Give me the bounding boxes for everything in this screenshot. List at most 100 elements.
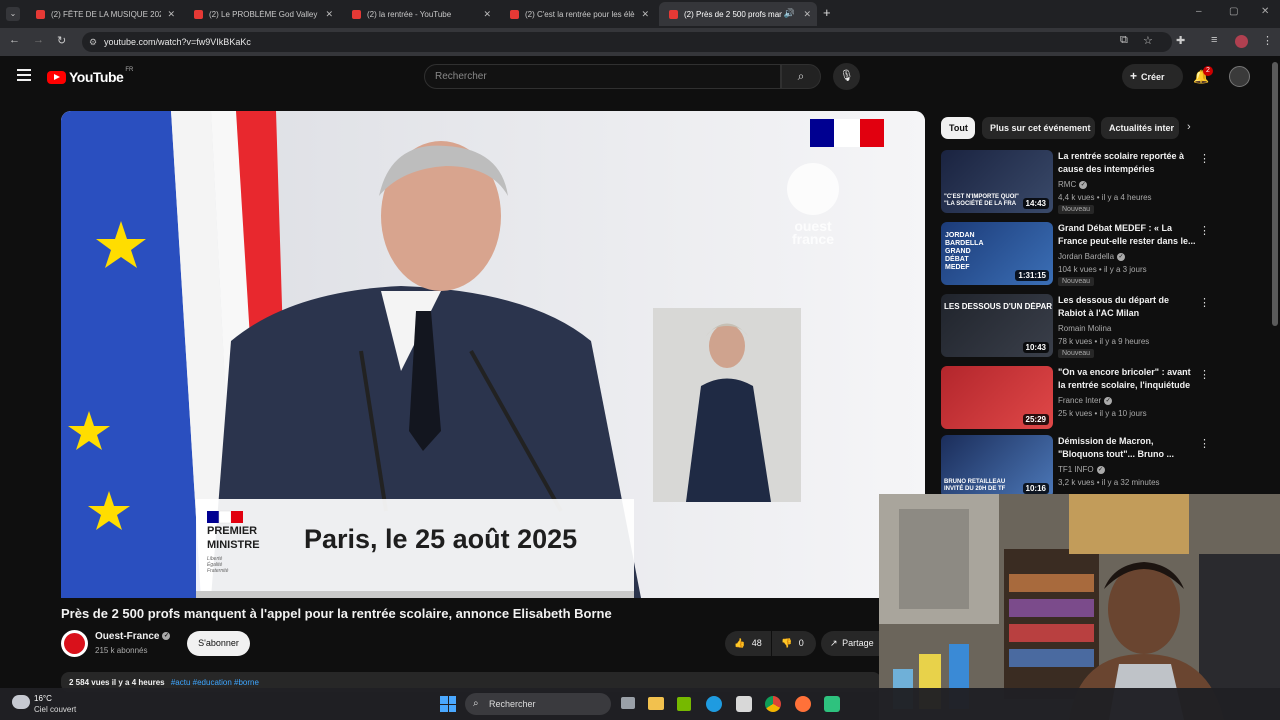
app-icon[interactable] [824, 696, 840, 712]
create-label: Créer [1141, 72, 1165, 82]
youtube-favicon-icon [510, 9, 519, 19]
back-arrow-icon[interactable]: ← [9, 34, 20, 46]
like-button[interactable]: 👍 48 [725, 631, 771, 656]
browser-tab[interactable]: (2) FÊTE DE LA MUSIQUE 2025 ✕ [26, 2, 181, 26]
address-bar[interactable]: ⚙ youtube.com/watch?v=fw9VIkBKaKc [82, 32, 1172, 52]
list-item[interactable]: LES DESSOUS D'UN DÉPART... 10:43 Les des… [941, 294, 1211, 358]
subscribe-button[interactable]: S'abonner [187, 631, 250, 656]
create-button[interactable]: + Créer [1122, 64, 1183, 89]
thumbnail-caption: BRUNO RETAILLEAU INVITÉ DU 20H DE TF [944, 479, 1006, 492]
store-icon[interactable] [736, 696, 752, 712]
list-item[interactable]: JORDAN BARDELLA GRAND DÉBAT MEDEF 1:31:1… [941, 222, 1211, 286]
video-thumbnail[interactable]: BRUNO RETAILLEAU INVITÉ DU 20H DE TF 10:… [941, 435, 1053, 498]
more-options-icon[interactable]: ⋮ [1199, 437, 1210, 450]
browser-tab-active[interactable]: (2) Près de 2 500 profs man 🔊 ✕ [659, 2, 817, 26]
video-thumbnail[interactable]: JORDAN BARDELLA GRAND DÉBAT MEDEF 1:31:1… [941, 222, 1053, 285]
site-info-icon[interactable]: ⚙ [89, 32, 97, 52]
youtube-favicon-icon [36, 9, 45, 19]
browser-menu-icon[interactable]: ⋮ [1262, 34, 1273, 47]
audio-playing-icon[interactable]: 🔊 [784, 8, 795, 19]
chrome-icon[interactable] [765, 696, 781, 712]
tab-label: (2) la rentrée - YouTube [367, 9, 452, 19]
bookmark-star-icon[interactable]: ☆ [1143, 34, 1153, 47]
video-thumbnail[interactable]: "C'EST N'IMPORTE QUOI" "LA SOCIÉTÉ DE LA… [941, 150, 1053, 213]
new-tab-icon[interactable]: + [823, 5, 831, 20]
subscribe-label: S'abonner [198, 638, 239, 648]
more-options-icon[interactable]: ⋮ [1199, 368, 1210, 381]
browser-tab[interactable]: (2) Le PROBLÈME God Valley - ✕ [184, 2, 339, 26]
file-explorer-icon[interactable] [648, 697, 664, 710]
video-thumbnail[interactable]: LES DESSOUS D'UN DÉPART... 10:43 [941, 294, 1053, 357]
list-item[interactable]: "C'EST N'IMPORTE QUOI" "LA SOCIÉTÉ DE LA… [941, 150, 1211, 214]
video-thumbnail[interactable]: 25:29 [941, 366, 1053, 429]
reload-icon[interactable]: ↻ [57, 34, 66, 47]
close-window-icon[interactable]: ✕ [1261, 6, 1269, 17]
more-options-icon[interactable]: ⋮ [1199, 152, 1210, 165]
youtube-favicon-icon [194, 9, 203, 19]
tab-label: (2) Le PROBLÈME God Valley - [209, 9, 319, 19]
taskbar-search[interactable]: ⌕ Rechercher [465, 693, 611, 715]
windows-start-icon[interactable] [440, 696, 456, 712]
lower-third-text: Paris, le 25 août 2025 [304, 524, 578, 554]
recommendation-channel[interactable]: Jordan Bardella ✓ [1058, 252, 1126, 261]
list-item[interactable]: BRUNO RETAILLEAU INVITÉ DU 20H DE TF 10:… [941, 435, 1211, 499]
channel-name[interactable]: Ouest-France ✓ [95, 631, 171, 642]
close-tab-icon[interactable]: ✕ [803, 9, 811, 20]
chevron-right-icon[interactable]: › [1187, 121, 1191, 133]
notifications-button[interactable]: 🔔 2 [1193, 66, 1213, 86]
weather-icon[interactable] [12, 695, 30, 709]
task-view-icon[interactable] [621, 697, 635, 709]
nvidia-icon[interactable] [677, 697, 691, 711]
more-options-icon[interactable]: ⋮ [1199, 296, 1210, 309]
chip-plus-sur-evenement[interactable]: Plus sur cet événement [982, 117, 1095, 139]
recommendation-title: Les dessous du départ de Rabiot à l'AC M… [1058, 295, 1170, 318]
chip-tout[interactable]: Tout [941, 117, 975, 139]
youtube-logo[interactable]: YouTube FR [47, 67, 133, 86]
close-tab-icon[interactable]: ✕ [483, 9, 491, 20]
tab-label: (2) C'est la rentrée pour les élè [525, 9, 635, 19]
close-tab-icon[interactable]: ✕ [641, 9, 649, 20]
profile-avatar-icon[interactable] [1235, 35, 1248, 48]
channel-text: Romain Molina [1058, 324, 1112, 333]
tab-search-icon[interactable]: ⌄ [6, 7, 20, 21]
page-scrollbar[interactable] [1272, 62, 1278, 326]
hashtags[interactable]: #actu #education #borne [171, 678, 259, 687]
search-input[interactable]: Rechercher [424, 64, 781, 89]
channel-avatar[interactable] [61, 630, 88, 657]
share-label: Partage [842, 638, 874, 648]
video-player[interactable]: ouest france PREMIER MINISTRE Liberté Ég… [61, 111, 925, 598]
close-tab-icon[interactable]: ✕ [325, 9, 333, 20]
like-count: 48 [751, 638, 762, 648]
account-avatar[interactable] [1229, 66, 1250, 87]
more-options-icon[interactable]: ⋮ [1199, 224, 1210, 237]
browser-tab[interactable]: (2) la rentrée - YouTube ✕ [342, 2, 497, 26]
browser-tab-strip: ⌄ (2) FÊTE DE LA MUSIQUE 2025 ✕ (2) Le P… [0, 0, 1280, 28]
duration-badge: 10:43 [1022, 342, 1049, 353]
browser-tab[interactable]: (2) C'est la rentrée pour les élè ✕ [500, 2, 655, 26]
maximize-window-icon[interactable]: ▢ [1229, 6, 1238, 17]
dislike-button[interactable]: 👎 0 [772, 631, 816, 656]
minimize-window-icon[interactable]: – [1196, 6, 1202, 17]
hamburger-menu-icon[interactable] [17, 69, 31, 81]
list-item[interactable]: 25:29 "On va encore bricoler" : avant la… [941, 366, 1211, 430]
extensions-icon[interactable]: ✚ [1176, 34, 1185, 47]
close-tab-icon[interactable]: ✕ [167, 9, 175, 20]
voice-search-button[interactable]: 🎙 [833, 63, 860, 90]
recommendation-channel[interactable]: Romain Molina [1058, 324, 1111, 333]
forward-arrow-icon[interactable]: → [33, 34, 44, 46]
share-button[interactable]: ↗ Partage [821, 631, 881, 656]
edge-icon[interactable] [706, 696, 722, 712]
recommendation-channel[interactable]: France Inter ✓ [1058, 396, 1113, 405]
recommendation-channel[interactable]: RMC ✓ [1058, 180, 1088, 189]
search-button[interactable]: ⌕ [781, 64, 821, 89]
install-app-icon[interactable]: ⧉ [1120, 34, 1128, 47]
video-title: Près de 2 500 profs manquent à l'appel p… [61, 606, 612, 621]
dislike-count: 0 [798, 638, 804, 648]
recommendation-channel[interactable]: TF1 INFO ✓ [1058, 465, 1105, 474]
chip-actualites[interactable]: Actualités inter [1101, 117, 1179, 139]
duration-badge: 1:31:15 [1015, 270, 1049, 281]
new-badge: Nouveau [1058, 205, 1095, 214]
reading-list-icon[interactable]: ≡ [1211, 34, 1217, 46]
microphone-icon: 🎙 [839, 70, 854, 82]
firefox-icon[interactable] [795, 696, 811, 712]
